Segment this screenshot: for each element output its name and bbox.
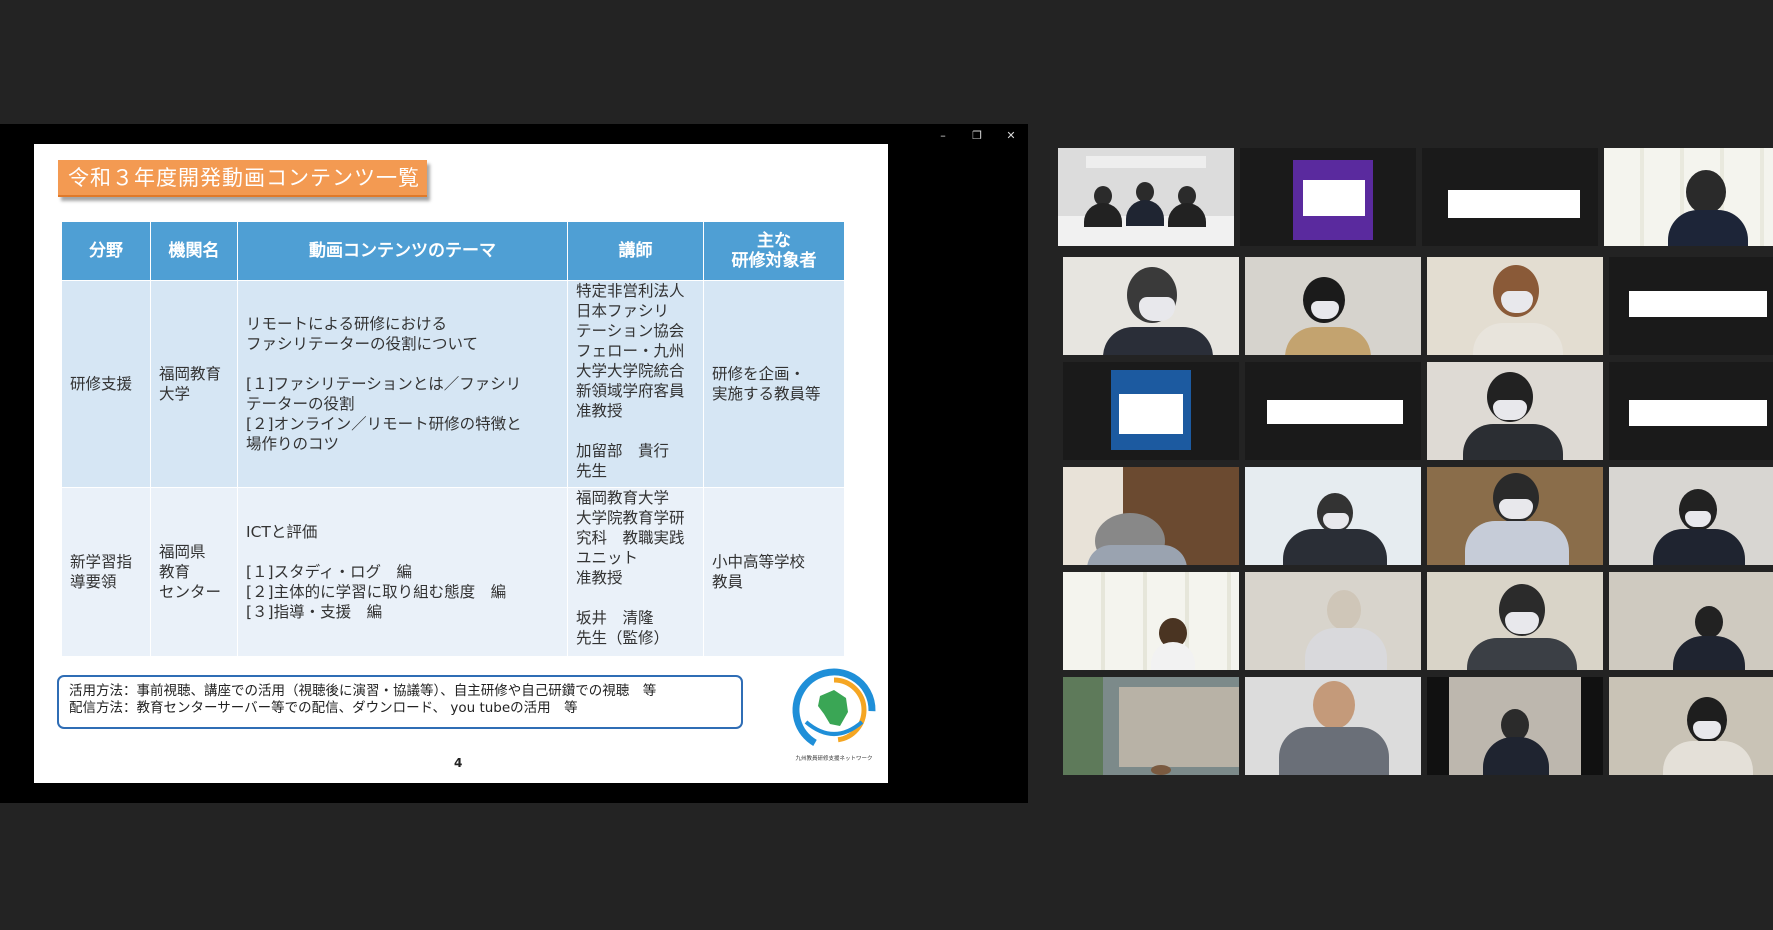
cell-lecturer: 特定非営利法人 日本ファシリ テーション協会 フェロー・九州 大学大学院統合 新… [567, 280, 704, 488]
name-card [1267, 400, 1403, 424]
participant-tile[interactable] [1245, 572, 1421, 670]
participant-tile[interactable] [1609, 677, 1773, 775]
table-header-row: 分野 機関名 動画コンテンツのテーマ 講師 主な 研修対象者 [61, 221, 845, 281]
participant-tile[interactable] [1609, 467, 1773, 565]
cell-field: 新学習指 導要領 [61, 487, 151, 657]
participant-tile[interactable] [1063, 677, 1239, 775]
kyushu-map-logo-icon [792, 668, 876, 752]
shared-screen-window: – ❐ ✕ 令和３年度開発動画コンテンツ一覧 分野 機関名 動画コンテンツのテー… [0, 124, 1028, 803]
participant-tile[interactable] [1063, 362, 1239, 460]
content-table: 分野 機関名 動画コンテンツのテーマ 講師 主な 研修対象者 研修支援 福岡教育… [61, 221, 845, 657]
participant-tile[interactable] [1427, 677, 1603, 775]
cell-theme: リモートによる研修における ファシリテーターの役割について [１]ファシリテーシ… [237, 280, 568, 488]
participant-tile[interactable] [1427, 257, 1603, 355]
participant-tile[interactable] [1427, 362, 1603, 460]
cell-field: 研修支援 [61, 280, 151, 488]
logo-caption: 九州教員研修支援ネットワーク [795, 756, 873, 762]
network-logo: 九州教員研修支援ネットワーク [790, 666, 878, 764]
name-card [1629, 291, 1767, 317]
distribution-note-line: 配信方法：教育センターサーバー等での配信、ダウンロード、 you tubeの活用… [69, 700, 578, 716]
header-lecturer: 講師 [567, 221, 704, 281]
header-institution: 機関名 [150, 221, 238, 281]
cell-theme: ICTと評価 [１]スタディ・ログ 編 [２]主体的に学習に取り組む態度 編 [… [237, 487, 568, 657]
restore-button[interactable]: ❐ [960, 124, 994, 146]
participant-tile-active[interactable] [1058, 148, 1234, 246]
participant-tile[interactable] [1245, 257, 1421, 355]
participant-tile[interactable] [1245, 677, 1421, 775]
participant-tile[interactable] [1240, 148, 1416, 246]
cell-institution: 福岡教育 大学 [150, 280, 238, 488]
name-card [1119, 394, 1183, 434]
participant-tile[interactable] [1245, 467, 1421, 565]
header-target: 主な 研修対象者 [703, 221, 845, 281]
close-button[interactable]: ✕ [994, 124, 1028, 146]
name-card [1629, 400, 1767, 426]
minimize-button[interactable]: – [926, 124, 960, 146]
participant-tile[interactable] [1427, 467, 1603, 565]
participant-tile[interactable] [1609, 572, 1773, 670]
table-row: 新学習指 導要領 福岡県 教育 センター ICTと評価 [１]スタディ・ログ 編… [61, 487, 845, 657]
usage-note: 活用方法：事前視聴、講座での活用（視聴後に演習・協議等）、自主研修や自己研鑽での… [57, 675, 743, 729]
page-number: 4 [454, 756, 463, 770]
participant-tile[interactable] [1245, 362, 1421, 460]
window-controls: – ❐ ✕ [926, 124, 1028, 146]
participant-tile[interactable] [1063, 467, 1239, 565]
cell-institution: 福岡県 教育 センター [150, 487, 238, 657]
participant-tile[interactable] [1422, 148, 1598, 246]
cell-target: 小中高等学校 教員 [703, 487, 845, 657]
participant-tile[interactable] [1609, 362, 1773, 460]
header-field: 分野 [61, 221, 151, 281]
participant-tile[interactable] [1063, 572, 1239, 670]
slide-title: 令和３年度開発動画コンテンツ一覧 [58, 160, 427, 197]
cell-lecturer: 福岡教育大学 大学院教育学研 究科 教職実践 ユニット 准教授 坂井 清隆 先生… [567, 487, 704, 657]
usage-note-line: 活用方法：事前視聴、講座での活用（視聴後に演習・協議等）、自主研修や自己研鑽での… [69, 683, 657, 699]
participant-tile[interactable] [1609, 257, 1773, 355]
cell-target: 研修を企画・ 実施する教員等 [703, 280, 845, 488]
name-card [1303, 180, 1365, 216]
participant-tile[interactable] [1427, 572, 1603, 670]
name-card [1448, 190, 1580, 218]
table-row: 研修支援 福岡教育 大学 リモートによる研修における ファシリテーターの役割につ… [61, 280, 845, 488]
presentation-slide: 令和３年度開発動画コンテンツ一覧 分野 機関名 動画コンテンツのテーマ 講師 主… [34, 144, 888, 783]
header-theme: 動画コンテンツのテーマ [237, 221, 568, 281]
participant-tile[interactable] [1063, 257, 1239, 355]
participant-tile[interactable] [1604, 148, 1773, 246]
